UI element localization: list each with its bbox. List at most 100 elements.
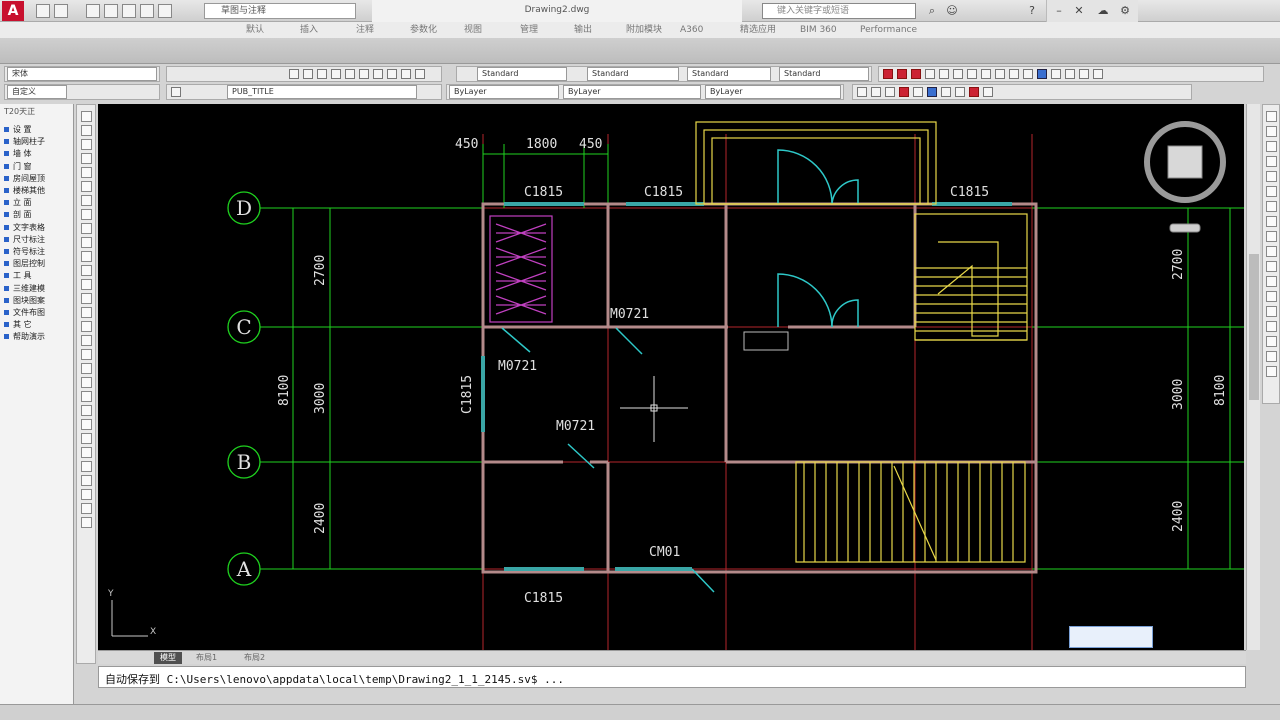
table-style-combo[interactable]: Standard	[687, 67, 771, 81]
navigation-bar[interactable]	[1069, 626, 1153, 648]
ribbon-tab[interactable]: A360	[680, 24, 703, 36]
ribbon-tab[interactable]: 管理	[520, 24, 538, 36]
right-tool-icon[interactable]	[1266, 366, 1277, 377]
draw-tool-icon[interactable]	[81, 237, 92, 248]
dimension-icon[interactable]	[941, 87, 951, 97]
right-tool-icon[interactable]	[1266, 261, 1277, 272]
scale-icon[interactable]	[981, 69, 991, 79]
ribbon-tab[interactable]: 默认	[246, 24, 264, 36]
viewcube-face-top[interactable]	[1167, 145, 1203, 179]
layer-combo[interactable]: PUB_TITLE	[227, 85, 417, 99]
text-style-combo[interactable]: Standard	[477, 67, 567, 81]
draw-tool-icon[interactable]	[81, 209, 92, 220]
erase-icon[interactable]	[883, 69, 893, 79]
right-tool-icon[interactable]	[1266, 276, 1277, 287]
extend-icon[interactable]	[1023, 69, 1033, 79]
font-select[interactable]: 宋体	[7, 67, 157, 81]
draw-tool-icon[interactable]	[81, 461, 92, 472]
undo-icon[interactable]	[140, 4, 154, 18]
lineweight-combo[interactable]: ByLayer	[705, 85, 841, 99]
draw-tool-icon[interactable]	[81, 125, 92, 136]
linetype-combo[interactable]: ByLayer	[563, 85, 701, 99]
axis-grid-icon[interactable]	[857, 87, 867, 97]
palette-item[interactable]: 符号标注	[4, 246, 70, 258]
viewcube[interactable]	[1144, 121, 1226, 233]
stretch-icon[interactable]	[995, 69, 1005, 79]
user-icon[interactable]: ☺	[944, 3, 960, 19]
draw-tool-icon[interactable]	[81, 405, 92, 416]
drawing-canvas[interactable]: D C B A 450 1800 450 C1815 C1815 C1815 C181…	[98, 104, 1244, 650]
palette-item[interactable]: 立 面	[4, 197, 70, 209]
room-icon[interactable]	[913, 87, 923, 97]
right-tool-icon[interactable]	[1266, 201, 1277, 212]
draw-tool-icon[interactable]	[81, 475, 92, 486]
tab-model[interactable]: 模型	[154, 652, 182, 664]
draw-tool-icon[interactable]	[81, 223, 92, 234]
mirror-icon[interactable]	[911, 69, 921, 79]
draw-tool-icon[interactable]	[81, 321, 92, 332]
ribbon-tab[interactable]: 注释	[356, 24, 374, 36]
color-combo[interactable]: ByLayer	[449, 85, 559, 99]
join-icon[interactable]	[1051, 69, 1061, 79]
draw-tool-icon[interactable]	[81, 307, 92, 318]
column-icon[interactable]	[871, 87, 881, 97]
command-line[interactable]: 自动保存到 C:\Users\lenovo\appdata\local\temp…	[98, 666, 1246, 688]
exchange-icon[interactable]: ✕	[1071, 3, 1087, 19]
right-tool-icon[interactable]	[1266, 306, 1277, 317]
palette-item[interactable]: 房间屋顶	[4, 173, 70, 185]
draw-tool-icon[interactable]	[81, 181, 92, 192]
draw-tool-icon[interactable]	[81, 433, 92, 444]
minimize-icon[interactable]: –	[1051, 3, 1067, 19]
cloud-icon[interactable]: ☁	[1095, 3, 1111, 19]
palette-item[interactable]: 图层控制	[4, 258, 70, 270]
tool-palette-icon[interactable]	[387, 69, 397, 79]
draw-tool-icon[interactable]	[81, 335, 92, 346]
ribbon-tab[interactable]: 精选应用	[740, 24, 776, 36]
ribbon-tab[interactable]: BIM 360	[800, 24, 837, 36]
offset-icon[interactable]	[925, 69, 935, 79]
right-tool-icon[interactable]	[1266, 126, 1277, 137]
draw-tool-icon[interactable]	[81, 517, 92, 528]
right-tool-icon[interactable]	[1266, 231, 1277, 242]
palette-item[interactable]: 工 具	[4, 270, 70, 282]
view-select[interactable]: 自定义	[7, 85, 67, 99]
search-input[interactable]: 键入关键字或短语	[762, 3, 916, 19]
settings-icon[interactable]: ⚙	[1117, 3, 1133, 19]
palette-item[interactable]: 三维建模	[4, 283, 70, 295]
chamfer-icon[interactable]	[1065, 69, 1075, 79]
text-icon[interactable]	[969, 87, 979, 97]
right-tool-icon[interactable]	[1266, 111, 1277, 122]
draw-tool-icon[interactable]	[81, 419, 92, 430]
zoom-extents-icon[interactable]	[345, 69, 355, 79]
vertical-scrollbar[interactable]	[1246, 104, 1260, 650]
right-tool-icon[interactable]	[1266, 216, 1277, 227]
draw-tool-icon[interactable]	[81, 489, 92, 500]
table-icon[interactable]	[983, 87, 993, 97]
properties-icon[interactable]	[359, 69, 369, 79]
palette-item[interactable]: 门 窗	[4, 161, 70, 173]
door-window-icon[interactable]	[899, 87, 909, 97]
wall-icon[interactable]	[885, 87, 895, 97]
workspace-select[interactable]: 草图与注释	[204, 3, 356, 19]
new-file-icon[interactable]	[36, 4, 50, 18]
redo-icon[interactable]	[158, 4, 172, 18]
fillet-icon[interactable]	[1079, 69, 1089, 79]
rotate-icon[interactable]	[967, 69, 977, 79]
stair-icon[interactable]	[927, 87, 937, 97]
ribbon-tab[interactable]: Performance	[860, 24, 917, 36]
ribbon-tab[interactable]: 插入	[300, 24, 318, 36]
trim-icon[interactable]	[1009, 69, 1019, 79]
draw-tool-icon[interactable]	[81, 139, 92, 150]
draw-tool-icon[interactable]	[81, 363, 92, 374]
right-tool-icon[interactable]	[1266, 156, 1277, 167]
right-tool-icon[interactable]	[1266, 171, 1277, 182]
draw-tool-icon[interactable]	[81, 195, 92, 206]
help-icon[interactable]: ?	[1024, 3, 1040, 19]
draw-tool-icon[interactable]	[81, 153, 92, 164]
draw-tool-icon[interactable]	[81, 447, 92, 458]
palette-item[interactable]: 图块图案	[4, 295, 70, 307]
zoom-window-icon[interactable]	[317, 69, 327, 79]
sheet-set-icon[interactable]	[401, 69, 411, 79]
ribbon-tab[interactable]: 附加模块	[626, 24, 662, 36]
palette-item[interactable]: 设 置	[4, 124, 70, 136]
